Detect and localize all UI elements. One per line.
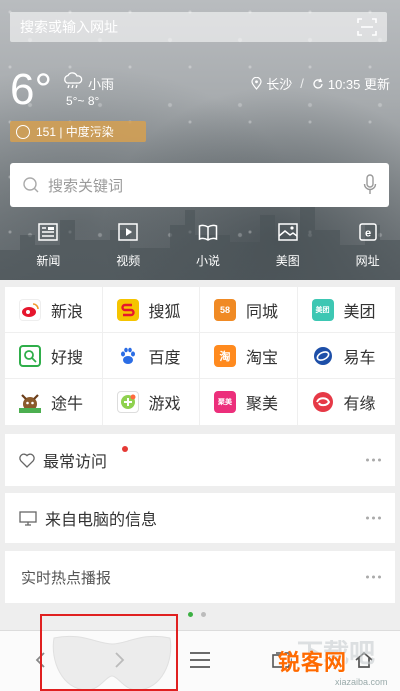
site-label: 途牛 xyxy=(51,396,84,413)
nav-images[interactable]: 美图 xyxy=(255,223,320,271)
menu-button[interactable] xyxy=(182,642,218,678)
page-indicator xyxy=(188,612,206,617)
site-label: 淘宝 xyxy=(246,349,279,367)
pc-messages-label: 来自电脑的信息 xyxy=(45,512,158,529)
site-yiche[interactable]: 易车 xyxy=(297,333,395,379)
monitor-icon xyxy=(19,510,37,526)
site-game[interactable]: 游戏 xyxy=(103,379,200,425)
site-label: 易车 xyxy=(343,349,376,367)
nav-images-label: 美图 xyxy=(275,254,300,268)
site-youyuan[interactable]: 有缘 xyxy=(298,379,396,425)
site-label: 聚美 xyxy=(246,396,279,413)
site-sina[interactable]: 新浪 xyxy=(5,287,103,333)
baidu-icon xyxy=(116,344,139,367)
hot-news-card[interactable]: 实时热点播报 xyxy=(5,551,395,603)
search-input[interactable]: 搜索关键词 xyxy=(10,163,389,207)
page-dot-active xyxy=(188,612,193,617)
divider: / xyxy=(300,76,304,91)
search-placeholder: 搜索关键词 xyxy=(48,177,124,195)
more-options-icon[interactable] xyxy=(366,516,381,520)
sohu-icon xyxy=(116,298,139,321)
site-baidu[interactable]: 百度 xyxy=(102,333,200,379)
weather-condition: 小雨 xyxy=(88,77,115,92)
jumei-icon: 聚美 xyxy=(214,391,236,413)
youyuan-icon xyxy=(311,391,334,413)
recent-visits-label: 最常访问 xyxy=(43,454,108,471)
recent-visits-card[interactable]: 最常访问 xyxy=(5,434,395,486)
book-icon xyxy=(198,224,218,241)
site-label: 新浪 xyxy=(51,303,84,321)
site-sohu[interactable]: 搜狐 xyxy=(102,287,200,333)
site-label: 美团 xyxy=(343,303,376,321)
site-taobao[interactable]: 淘 淘宝 xyxy=(200,333,298,379)
site-label: 百度 xyxy=(148,349,181,367)
site-label: 游戏 xyxy=(148,396,181,413)
refresh-icon[interactable] xyxy=(312,78,324,90)
city-name: 长沙 xyxy=(266,77,293,92)
weather-header: 搜索或输入网址 6° 小雨 5°~ 8° 长沙 / 10:35 更新 151 |… xyxy=(0,0,400,280)
yiche-icon xyxy=(311,344,334,367)
heart-icon xyxy=(19,453,35,468)
site-label: 同城 xyxy=(246,303,279,321)
haosou-icon xyxy=(19,344,41,367)
highlight-box xyxy=(40,614,178,691)
nav-urls[interactable]: e 网址 xyxy=(335,223,400,271)
location-pin-icon xyxy=(251,77,262,90)
air-quality-face-icon xyxy=(16,124,30,139)
game-icon xyxy=(116,391,139,413)
more-options-icon[interactable] xyxy=(366,575,381,579)
temperature: 6° xyxy=(10,65,53,114)
nav-video-label: 视频 xyxy=(116,254,141,268)
sites-grid: 新浪 搜狐 58 同城 美团 美团 好搜 百度 淘 淘宝 易车 途牛 游戏 聚美… xyxy=(5,287,395,425)
page-dot xyxy=(201,612,206,617)
category-nav: 新闻 视频 小说 美图 e 网址 xyxy=(0,223,400,271)
site-haosou[interactable]: 好搜 xyxy=(5,333,103,379)
site-label: 有缘 xyxy=(343,396,376,413)
notification-dot xyxy=(122,446,128,452)
image-icon xyxy=(278,223,298,241)
site-tuniu[interactable]: 途牛 xyxy=(5,379,103,425)
search-icon xyxy=(23,177,39,193)
news-icon xyxy=(38,223,59,241)
hot-news-label: 实时热点播报 xyxy=(21,569,112,587)
location-info: 长沙 / 10:35 更新 xyxy=(251,74,390,93)
air-quality-text: 151 | 中度污染 xyxy=(36,125,114,139)
nav-novel[interactable]: 小说 xyxy=(176,223,241,271)
rain-cloud-icon xyxy=(64,72,83,89)
url-icon: e xyxy=(358,223,377,241)
watermark-text: 锐客网 xyxy=(278,650,348,675)
url-bar[interactable]: 搜索或输入网址 xyxy=(10,12,387,42)
scan-icon[interactable] xyxy=(357,18,377,36)
temperature-range: 5°~ 8° xyxy=(66,94,100,108)
video-icon xyxy=(118,223,138,241)
site-label: 好搜 xyxy=(51,349,84,367)
more-options-icon[interactable] xyxy=(366,458,381,462)
pc-messages-card[interactable]: 来自电脑的信息 xyxy=(5,493,395,543)
site-label: 搜狐 xyxy=(148,303,181,321)
taobao-icon: 淘 xyxy=(214,344,236,367)
site-jumei[interactable]: 聚美 聚美 xyxy=(200,379,298,425)
nav-novel-label: 小说 xyxy=(195,254,220,268)
nav-video[interactable]: 视频 xyxy=(96,223,161,271)
menu-icon xyxy=(190,652,210,668)
svg-text:e: e xyxy=(365,228,371,240)
nav-news-label: 新闻 xyxy=(36,254,61,268)
tuniu-icon xyxy=(19,391,41,413)
site-meituan[interactable]: 美团 美团 xyxy=(297,287,395,333)
site-58[interactable]: 58 同城 xyxy=(200,287,298,333)
url-placeholder: 搜索或输入网址 xyxy=(20,19,118,35)
meituan-icon: 美团 xyxy=(311,298,334,321)
58-icon: 58 xyxy=(214,298,236,321)
weather-widget[interactable]: 6° 小雨 5°~ 8° 长沙 / 10:35 更新 xyxy=(10,68,390,118)
air-quality-badge[interactable]: 151 | 中度污染 xyxy=(10,121,146,142)
nav-news[interactable]: 新闻 xyxy=(16,223,81,271)
watermark-url: xiazaiba.com xyxy=(335,677,388,687)
update-time: 10:35 更新 xyxy=(327,77,390,92)
microphone-icon[interactable] xyxy=(363,174,377,196)
sina-icon xyxy=(19,298,41,321)
nav-urls-label: 网址 xyxy=(355,254,380,268)
